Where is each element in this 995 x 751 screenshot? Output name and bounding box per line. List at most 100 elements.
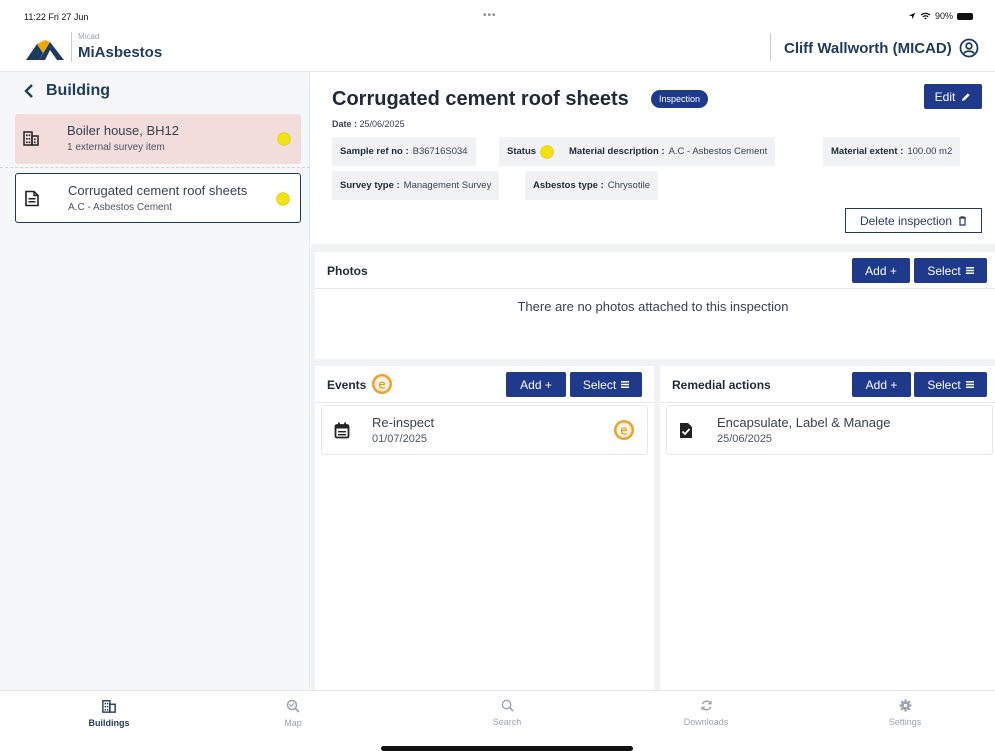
building-icon xyxy=(23,131,39,146)
event-item[interactable]: Re-inspect 01/07/2025 e xyxy=(321,405,648,455)
survey-type-label: Survey type : xyxy=(340,180,400,191)
calendar-icon xyxy=(334,422,350,439)
app-header: Micad MiAsbestos Cliff Wallworth (MICAD) xyxy=(0,22,995,72)
sidebar-item-building[interactable]: Boiler house, BH12 1 external survey ite… xyxy=(15,114,301,164)
survey-type-chip: Survey type : Management Survey xyxy=(332,171,500,200)
date-value: 25/06/2025 xyxy=(359,119,405,129)
divider xyxy=(0,167,310,168)
remedial-item[interactable]: Encapsulate, Label & Manage 25/06/2025 xyxy=(666,405,993,455)
sidebar-item-material[interactable]: Corrugated cement roof sheets A.C - Asbe… xyxy=(15,173,301,223)
inspection-badge: Inspection xyxy=(651,90,709,108)
material-extent-label: Material extent : xyxy=(831,146,904,157)
event-badge-icon: e xyxy=(372,374,392,394)
tab-label: Settings xyxy=(888,717,922,727)
add-photo-button[interactable]: Add + xyxy=(852,258,910,283)
list-icon xyxy=(621,381,630,388)
asbestos-type-label: Asbestos type : xyxy=(533,180,604,191)
sample-ref-label: Sample ref no : xyxy=(340,146,409,157)
status-chip: Status xyxy=(499,137,563,166)
delete-inspection-button[interactable]: Delete inspection xyxy=(845,208,982,233)
status-dot-icon xyxy=(540,144,554,159)
list-icon xyxy=(965,267,974,274)
tab-label: Downloads xyxy=(683,717,729,727)
back-label: Building xyxy=(46,82,110,99)
event-badge-icon: e xyxy=(614,420,634,440)
photos-panel: Photos Add + Select There are no photos … xyxy=(315,252,995,359)
add-event-button[interactable]: Add + xyxy=(506,372,566,397)
building-title: Boiler house, BH12 xyxy=(67,123,180,138)
user-name[interactable]: Cliff Wallworth (MICAD) xyxy=(784,40,952,57)
building-subtitle: 1 external survey item xyxy=(67,142,165,153)
event-title: Re-inspect xyxy=(372,415,435,430)
home-indicator[interactable] xyxy=(381,746,633,751)
wifi-icon xyxy=(920,12,931,20)
tab-settings[interactable]: Settings xyxy=(865,699,945,727)
sample-ref-value: B36716S034 xyxy=(412,146,468,157)
add-remedial-button[interactable]: Add + xyxy=(852,372,911,397)
status-time: 11:22 Fri 27 Jun xyxy=(24,12,89,22)
list-icon xyxy=(965,381,974,388)
user-profile-icon[interactable] xyxy=(959,38,979,58)
tab-label: Buildings xyxy=(88,718,130,728)
event-badge-letter: e xyxy=(620,424,627,438)
select-events-button[interactable]: Select xyxy=(570,372,642,397)
asbestos-type-chip: Asbestos type : Chrysotile xyxy=(525,171,658,200)
photos-empty-message: There are no photos attached to this ins… xyxy=(517,299,789,314)
photos-header: Photos Add + Select xyxy=(315,252,995,289)
battery-percent: 90% xyxy=(934,11,953,21)
logo-divider xyxy=(71,32,72,62)
search-icon xyxy=(501,699,514,712)
tab-map[interactable]: Map xyxy=(253,699,333,728)
page-title: Corrugated cement roof sheets xyxy=(332,88,629,110)
date-label: Date : xyxy=(332,119,358,129)
events-panel: Events e Add + Select Re-inspect 01/07/2… xyxy=(315,366,654,690)
select-photos-button[interactable]: Select xyxy=(914,258,987,283)
chevron-left-icon xyxy=(24,84,33,98)
photos-title: Photos xyxy=(327,264,368,278)
inspection-date: Date : 25/06/2025 xyxy=(332,119,405,129)
sidebar: Building Boiler house, BH12 1 external s… xyxy=(0,72,310,690)
status-indicators: 90% xyxy=(908,11,973,21)
tab-bar: Buildings Map Search Downloads Settings xyxy=(0,690,995,751)
event-date: 01/07/2025 xyxy=(372,433,428,445)
remedial-title: Remedial actions xyxy=(672,378,771,392)
document-icon xyxy=(25,190,39,207)
sync-icon xyxy=(700,700,712,711)
location-icon xyxy=(908,12,916,20)
select-label: Select xyxy=(582,377,617,392)
user-divider xyxy=(770,33,771,61)
back-button[interactable]: Building xyxy=(24,82,110,100)
select-remedial-button[interactable]: Select xyxy=(914,372,987,397)
tab-downloads[interactable]: Downloads xyxy=(666,699,746,727)
tab-label: Map xyxy=(284,718,302,728)
gear-icon xyxy=(898,699,912,712)
sample-ref-chip: Sample ref no : B36716S034 xyxy=(332,137,476,166)
status-dot-icon xyxy=(277,132,291,146)
edit-label: Edit xyxy=(934,89,956,104)
status-label: Status xyxy=(507,146,537,157)
multitask-dots[interactable]: ••• xyxy=(483,10,497,21)
app-name: MiAsbestos xyxy=(78,44,163,61)
asbestos-type-value: Chrysotile xyxy=(607,180,650,191)
material-title: Corrugated cement roof sheets xyxy=(68,183,248,198)
material-description-chip: Material description : A.C - Asbestos Ce… xyxy=(561,137,776,166)
survey-type-value: Management Survey xyxy=(403,180,492,191)
remedial-date: 25/06/2025 xyxy=(717,433,773,445)
remedial-actions-panel: Remedial actions Add + Select Encapsulat… xyxy=(660,366,995,690)
main-content: Corrugated cement roof sheets Inspection… xyxy=(311,72,995,690)
events-title: Events xyxy=(327,378,367,392)
micad-logo-icon xyxy=(26,40,64,60)
material-extent-chip: Material extent : 100.00 m2 xyxy=(823,137,961,166)
battery-icon xyxy=(957,12,973,20)
select-label: Select xyxy=(927,377,961,392)
tab-label: Search xyxy=(492,717,522,727)
pencil-icon xyxy=(962,92,970,101)
remedial-header: Remedial actions Add + Select xyxy=(660,366,995,403)
edit-button[interactable]: Edit xyxy=(924,84,982,109)
status-dot-icon xyxy=(276,192,290,206)
delete-label: Delete inspection xyxy=(859,213,953,228)
map-icon xyxy=(286,699,300,713)
tab-search[interactable]: Search xyxy=(467,699,547,727)
select-label: Select xyxy=(927,263,961,278)
tab-buildings[interactable]: Buildings xyxy=(69,699,149,728)
